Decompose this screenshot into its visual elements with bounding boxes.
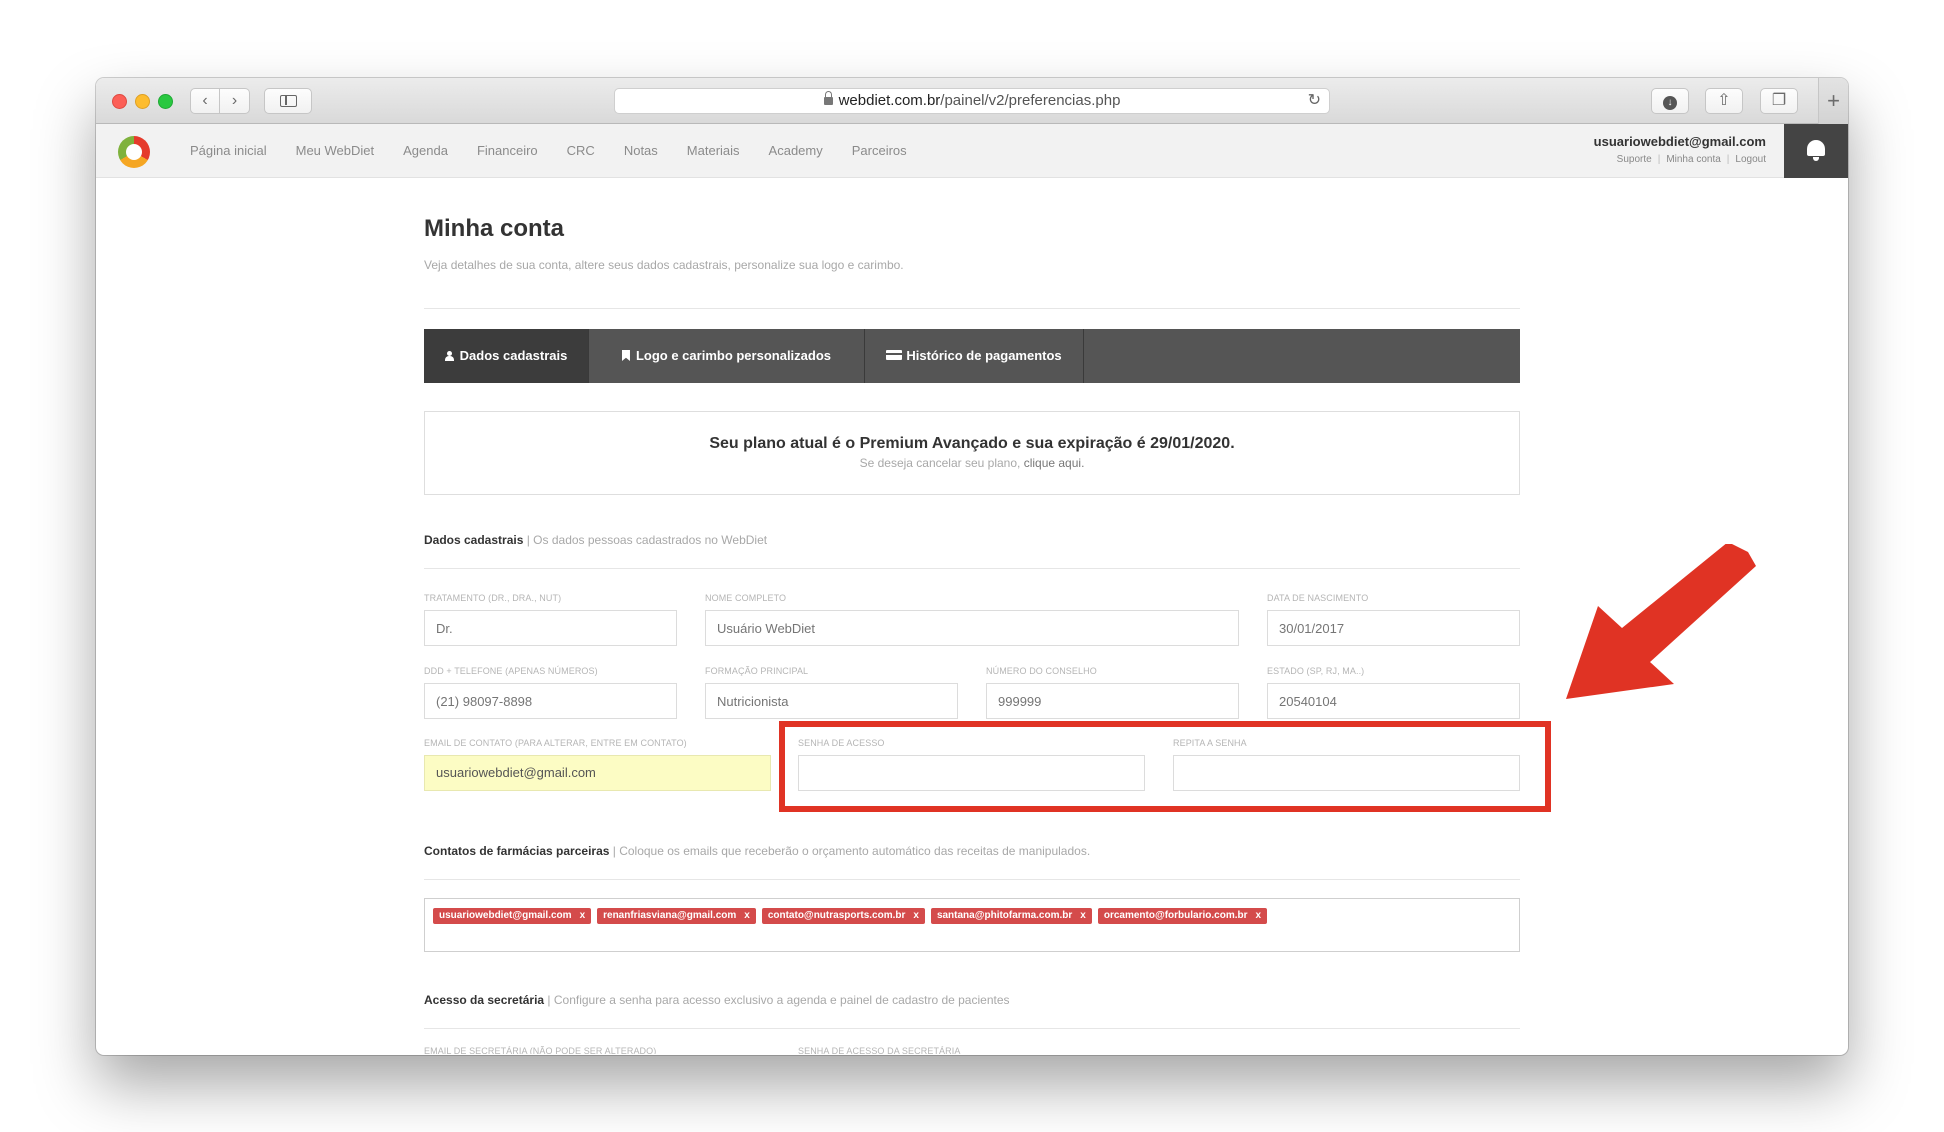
screenshot-stage: ‹ › webdiet.com.br/painel/v2/preferencia… bbox=[0, 0, 1944, 1132]
person-icon bbox=[444, 351, 454, 361]
pharmacy-tag: santana@phitofarma.com.br x bbox=[930, 908, 1092, 924]
suporte-link[interactable]: Suporte bbox=[1617, 154, 1652, 165]
page-subtitle: Veja detalhes de sua conta, altere seus … bbox=[424, 258, 904, 272]
chevron-left-icon: ‹ bbox=[202, 92, 208, 109]
tratamento-label: Tratamento (Dr., Dra., Nut) bbox=[424, 593, 562, 603]
show-tabs-button[interactable]: ❐ bbox=[1760, 88, 1798, 114]
notifications-button[interactable] bbox=[1784, 124, 1848, 178]
section-farmacias: Contatos de farmácias parceiras | Coloqu… bbox=[424, 844, 1091, 858]
credit-card-icon bbox=[886, 350, 903, 360]
nav-item-academy[interactable]: Academy bbox=[769, 124, 823, 178]
tag-list: usuariowebdiet@gmail.com x renanfriasvian… bbox=[433, 908, 1273, 924]
divider bbox=[424, 308, 1520, 309]
bookmark-icon bbox=[621, 350, 630, 361]
download-icon: ↓ bbox=[1663, 96, 1677, 110]
nome-completo-label: Nome completo bbox=[705, 593, 787, 603]
minha-conta-link[interactable]: Minha conta bbox=[1666, 154, 1720, 165]
browser-toolbar: ‹ › webdiet.com.br/painel/v2/preferencia… bbox=[96, 78, 1848, 124]
annotation-arrow-icon bbox=[1566, 544, 1756, 699]
nome-completo-input[interactable] bbox=[705, 610, 1239, 646]
pharmacy-tag: usuariowebdiet@gmail.com x bbox=[433, 908, 592, 924]
url-path: /painel/v2/preferencias.php bbox=[940, 92, 1121, 109]
tab-logo-carimbo[interactable]: Logo e carimbo personalizados bbox=[589, 329, 865, 383]
chevron-right-icon: › bbox=[231, 92, 238, 109]
telefone-label: DDD + Telefone (apenas números) bbox=[424, 666, 598, 676]
cancel-plan-link[interactable]: clique aqui. bbox=[1024, 456, 1085, 470]
bell-icon bbox=[1807, 140, 1825, 161]
conselho-label: Número do conselho bbox=[986, 666, 1097, 676]
remove-tag-icon[interactable]: x bbox=[1256, 910, 1262, 921]
sidebar-icon bbox=[280, 95, 297, 107]
tabs-icon: ❐ bbox=[1771, 92, 1787, 109]
app-header: Página inicial Meu WebDiet Agenda Financ… bbox=[96, 124, 1848, 178]
divider bbox=[424, 1028, 1520, 1029]
secretaria-fields-clip: Email de secretária (não pode ser altera… bbox=[424, 1041, 1520, 1054]
pharmacy-tags-input[interactable]: usuariowebdiet@gmail.com x renanfriasvian… bbox=[424, 898, 1520, 952]
remove-tag-icon[interactable]: x bbox=[744, 910, 750, 921]
url-host: webdiet.com.br bbox=[838, 92, 941, 109]
share-button[interactable]: ⇧ bbox=[1705, 88, 1743, 114]
section-dados-cadastrais: Dados cadastrais | Os dados pessoas cada… bbox=[424, 533, 768, 547]
plan-status: Seu plano atual é o Premium Avançado e s… bbox=[709, 435, 1235, 452]
user-email: usuariowebdiet@gmail.com bbox=[1593, 134, 1766, 149]
page-title: Minha conta bbox=[424, 215, 565, 242]
plan-info-box: Seu plano atual é o Premium Avançado e s… bbox=[424, 411, 1520, 495]
webdiet-logo-icon[interactable] bbox=[118, 136, 150, 168]
estado-label: Estado (SP, RJ, MA..) bbox=[1267, 666, 1365, 676]
forward-button[interactable]: › bbox=[220, 88, 250, 114]
minimize-window-button[interactable] bbox=[135, 94, 150, 109]
main-nav: Página inicial Meu WebDiet Agenda Financ… bbox=[190, 124, 936, 178]
close-window-button[interactable] bbox=[112, 94, 127, 109]
nav-item-crc[interactable]: CRC bbox=[567, 124, 595, 178]
data-nascimento-input[interactable] bbox=[1267, 610, 1520, 646]
reload-icon[interactable]: ↻ bbox=[1308, 89, 1321, 113]
formacao-input[interactable] bbox=[705, 683, 958, 719]
formacao-label: Formação principal bbox=[705, 666, 809, 676]
share-icon: ⇧ bbox=[1717, 92, 1731, 109]
user-menu: usuariowebdiet@gmail.com Suporte | Minha c… bbox=[1594, 134, 1766, 165]
lock-icon bbox=[823, 91, 833, 105]
tratamento-input[interactable] bbox=[424, 610, 677, 646]
pharmacy-tag: orcamento@forbulario.com.br x bbox=[1097, 908, 1268, 924]
annotation-highlight-box bbox=[779, 721, 1551, 812]
nav-item-meu-webdiet[interactable]: Meu WebDiet bbox=[296, 124, 375, 178]
email-secretaria-label: Email de secretária (não pode ser altera… bbox=[424, 1046, 657, 1054]
zoom-window-button[interactable] bbox=[158, 94, 173, 109]
email-contato-label: Email de contato (para alterar, entre em… bbox=[424, 738, 687, 748]
nav-item-materiais[interactable]: Materiais bbox=[687, 124, 740, 178]
telefone-input[interactable] bbox=[424, 683, 677, 719]
conselho-input[interactable] bbox=[986, 683, 1239, 719]
nav-item-parceiros[interactable]: Parceiros bbox=[852, 124, 907, 178]
pharmacy-tag: contato@nutrasports.com.br x bbox=[761, 908, 925, 924]
nav-item-notas[interactable]: Notas bbox=[624, 124, 658, 178]
estado-input[interactable] bbox=[1267, 683, 1520, 719]
remove-tag-icon[interactable]: x bbox=[1080, 910, 1086, 921]
address-bar[interactable]: webdiet.com.br/painel/v2/preferencias.ph… bbox=[614, 88, 1330, 114]
email-contato-field[interactable]: usuariowebdiet@gmail.com bbox=[424, 755, 771, 791]
nav-item-agenda[interactable]: Agenda bbox=[403, 124, 448, 178]
logout-link[interactable]: Logout bbox=[1735, 154, 1766, 165]
divider bbox=[424, 568, 1520, 569]
new-tab-button[interactable]: + bbox=[1818, 78, 1848, 124]
sidebar-toggle-button[interactable] bbox=[264, 88, 312, 114]
pharmacy-tag: renanfriasviana@gmail.com x bbox=[597, 908, 756, 924]
plus-icon: + bbox=[1827, 88, 1840, 113]
tab-dados-cadastrais[interactable]: Dados cadastrais bbox=[424, 329, 589, 383]
section-secretaria: Acesso da secretária | Configure a senha… bbox=[424, 993, 1010, 1007]
user-links: Suporte | Minha conta | Logout bbox=[1616, 154, 1766, 165]
nav-item-financeiro[interactable]: Financeiro bbox=[477, 124, 538, 178]
plan-cancel-text: Se deseja cancelar seu plano, clique aqu… bbox=[859, 456, 1085, 470]
nav-item-pagina-inicial[interactable]: Página inicial bbox=[190, 124, 267, 178]
tab-historico-pagamentos[interactable]: Histórico de pagamentos bbox=[865, 329, 1084, 383]
divider bbox=[424, 879, 1520, 880]
downloads-button[interactable]: ↓ bbox=[1651, 88, 1689, 114]
account-tabs: Dados cadastrais Logo e carimbo personal… bbox=[424, 329, 1520, 383]
remove-tag-icon[interactable]: x bbox=[580, 910, 586, 921]
senha-secretaria-label: Senha de acesso da secretária bbox=[798, 1046, 961, 1054]
data-nascimento-label: Data de nascimento bbox=[1267, 593, 1369, 603]
remove-tag-icon[interactable]: x bbox=[913, 910, 919, 921]
back-button[interactable]: ‹ bbox=[190, 88, 220, 114]
